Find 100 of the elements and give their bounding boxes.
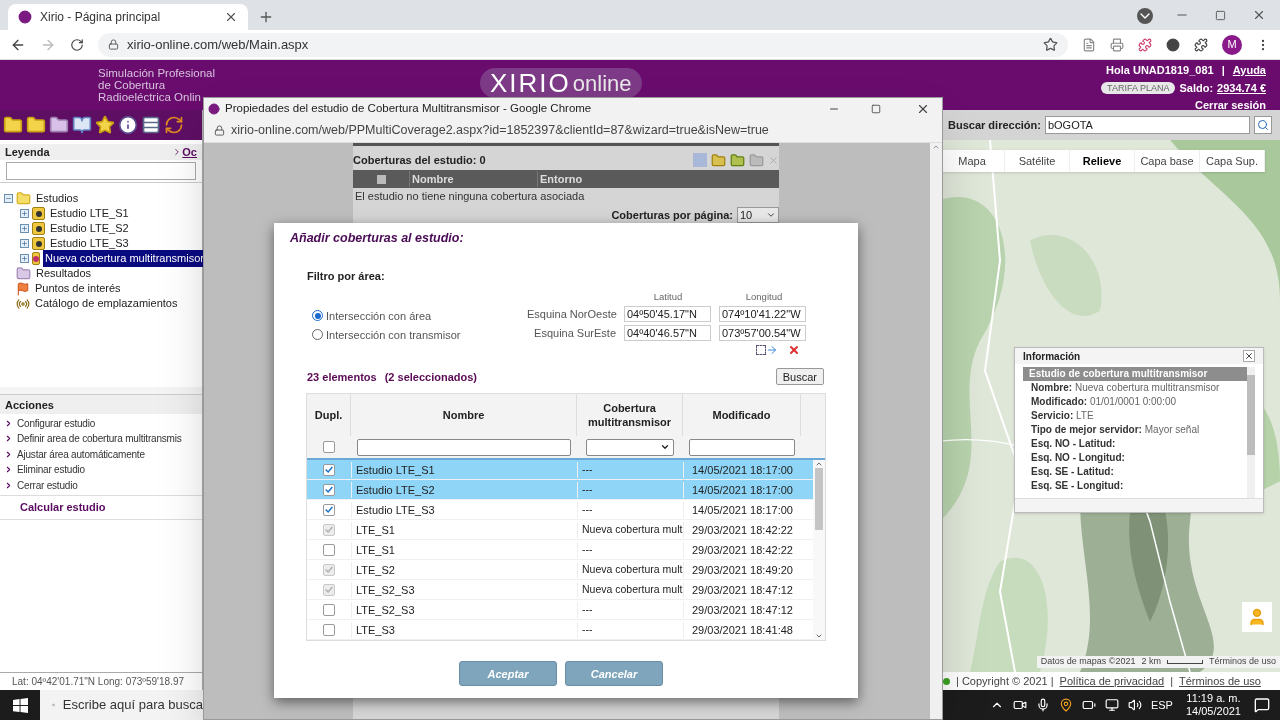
- delete-icon[interactable]: [788, 344, 800, 357]
- date-filter-field[interactable]: [689, 438, 795, 456]
- refresh-icon[interactable]: [164, 115, 184, 135]
- browser-tab[interactable]: Xirio - Página principal: [8, 4, 248, 30]
- terms-link[interactable]: Términos de uso: [1208, 655, 1276, 669]
- action-link[interactable]: Cerrar estudio: [17, 477, 78, 493]
- app-icon[interactable]: [1058, 698, 1073, 712]
- checkbox[interactable]: [323, 441, 335, 454]
- logout-link[interactable]: Cerrar sesión: [1195, 97, 1266, 114]
- close-icon[interactable]: [1243, 350, 1255, 362]
- battery-icon[interactable]: [1081, 698, 1096, 712]
- checkbox[interactable]: [323, 503, 335, 516]
- privacy-link[interactable]: Política de privacidad: [1059, 672, 1165, 690]
- longitude-field[interactable]: 074º10'41.22"W: [719, 305, 806, 322]
- action-link[interactable]: Configurar estudio: [17, 415, 96, 431]
- checkbox[interactable]: [323, 463, 335, 476]
- microphone-icon[interactable]: [1035, 698, 1050, 712]
- checkbox[interactable]: [323, 483, 335, 496]
- info-icon[interactable]: [118, 115, 138, 135]
- checkbox[interactable]: [323, 623, 335, 636]
- scroll-thumb[interactable]: [815, 468, 823, 531]
- tree-item[interactable]: Catálogo de emplazamientos: [33, 295, 180, 312]
- tab-search-icon[interactable]: [1137, 8, 1153, 24]
- map-tab[interactable]: Capa base: [1135, 150, 1200, 172]
- address-search-field[interactable]: bOGOTA: [1044, 116, 1250, 134]
- network-icon[interactable]: [1104, 698, 1119, 712]
- maximize-icon[interactable]: [871, 103, 881, 114]
- selection-count: (2 seleccionados): [384, 369, 478, 385]
- new-folder-icon[interactable]: [3, 115, 23, 135]
- action-link[interactable]: Definir area de cobertura multitransmis: [17, 431, 182, 447]
- folder-icon[interactable]: [26, 115, 46, 135]
- close-icon[interactable]: [224, 10, 238, 24]
- expand-icon[interactable]: [20, 209, 29, 218]
- notifications-icon[interactable]: [1254, 697, 1270, 713]
- checkbox[interactable]: [376, 174, 386, 184]
- expand-icon[interactable]: [20, 224, 29, 233]
- taskbar-search-field[interactable]: Escribe aquí para busca: [40, 690, 203, 720]
- tree-item[interactable]: Puntos de interés: [33, 280, 123, 297]
- name-filter-field[interactable]: [357, 438, 571, 456]
- folder-icon[interactable]: [49, 115, 69, 135]
- document-icon[interactable]: [1082, 37, 1096, 52]
- star-icon[interactable]: [95, 115, 115, 135]
- search-button[interactable]: Buscar: [775, 368, 824, 386]
- tree-item[interactable]: Estudios: [34, 190, 81, 207]
- checkbox[interactable]: [323, 603, 335, 616]
- terms-link[interactable]: Términos de uso: [1179, 672, 1261, 690]
- table-row[interactable]: LTE_S2_S3 --- 29/03/2021 18:47:12: [307, 600, 813, 621]
- collapse-icon[interactable]: [4, 194, 13, 203]
- tree-item[interactable]: Resultados: [34, 265, 94, 282]
- table-row[interactable]: LTE_S1 --- 29/03/2021 18:42:22: [307, 540, 813, 561]
- latitude-field[interactable]: 04º50'45.17"N: [624, 305, 711, 322]
- tree-item[interactable]: Estudio LTE_S2: [48, 220, 131, 237]
- profile-avatar[interactable]: M: [1222, 34, 1242, 55]
- action-link[interactable]: Calcular estudio: [0, 495, 202, 520]
- new-tab-icon[interactable]: [258, 9, 274, 25]
- map-tab[interactable]: Relieve: [1070, 150, 1135, 172]
- section-title: Filtro por área:: [307, 268, 386, 284]
- maximize-icon[interactable]: [1215, 10, 1226, 21]
- clock[interactable]: 11:19 a. m. 14/05/2021: [1181, 692, 1245, 718]
- close-icon[interactable]: [1252, 8, 1266, 22]
- latitude-field[interactable]: 04º40'46.57"N: [624, 324, 711, 341]
- table-row[interactable]: Estudio LTE_S2 --- 14/05/2021 18:17:00: [307, 480, 813, 501]
- tree-item[interactable]: Nueva cobertura multitransmisor: [43, 250, 206, 267]
- longitude-field[interactable]: 073º57'00.54"W: [719, 324, 806, 341]
- checkbox[interactable]: [323, 543, 335, 556]
- tagline-text: Simulación Profesional: [98, 67, 215, 79]
- extension-icon[interactable]: [1166, 37, 1180, 52]
- map-tab[interactable]: Capa Sup.: [1200, 150, 1265, 172]
- per-page-select[interactable]: 10: [737, 207, 779, 224]
- tree-item[interactable]: Estudio LTE_S1: [48, 205, 131, 222]
- extension-icon[interactable]: [1138, 37, 1152, 52]
- table-row[interactable]: LTE_S3 --- 29/03/2021 18:41:48: [307, 620, 813, 641]
- tree-item[interactable]: Estudio LTE_S3: [48, 235, 131, 252]
- panel-link[interactable]: Oc: [182, 143, 197, 161]
- table-row[interactable]: Estudio LTE_S1 --- 14/05/2021 18:17:00: [307, 460, 813, 481]
- balance-link[interactable]: 2934.74 €: [1217, 79, 1266, 96]
- book-icon[interactable]: [72, 115, 92, 135]
- camera-icon[interactable]: [1012, 698, 1027, 712]
- scroll-up-icon[interactable]: [932, 143, 940, 151]
- language-indicator[interactable]: ESP: [1150, 696, 1173, 714]
- legend-search-field[interactable]: [6, 162, 196, 180]
- info-item: Esq. SE - Latitud:: [1030, 465, 1115, 479]
- table-icon[interactable]: [141, 115, 161, 135]
- printer-icon[interactable]: [1110, 37, 1124, 52]
- reload-icon[interactable]: [70, 37, 84, 52]
- select-on-map-icon[interactable]: [756, 344, 778, 357]
- table-cell: LTE_S3: [351, 621, 577, 638]
- expand-icon[interactable]: [20, 239, 29, 248]
- action-link[interactable]: Eliminar estudio: [17, 462, 85, 478]
- coverage-filter-select[interactable]: [586, 438, 674, 456]
- volume-icon[interactable]: [1127, 698, 1142, 712]
- address-field[interactable]: xirio-online.com/web/Main.aspx: [98, 32, 1068, 57]
- map-tab[interactable]: Satélite: [1005, 150, 1070, 172]
- action-link[interactable]: Ajustar área automáticamente: [17, 446, 145, 462]
- bookmark-icon[interactable]: [1043, 37, 1058, 52]
- map-search-icon[interactable]: [1254, 116, 1272, 134]
- expand-icon[interactable]: [20, 254, 29, 263]
- extensions-icon[interactable]: [1194, 37, 1208, 52]
- table-row[interactable]: Estudio LTE_S3 --- 14/05/2021 18:17:00: [307, 500, 813, 521]
- help-link[interactable]: Ayuda: [1232, 62, 1266, 79]
